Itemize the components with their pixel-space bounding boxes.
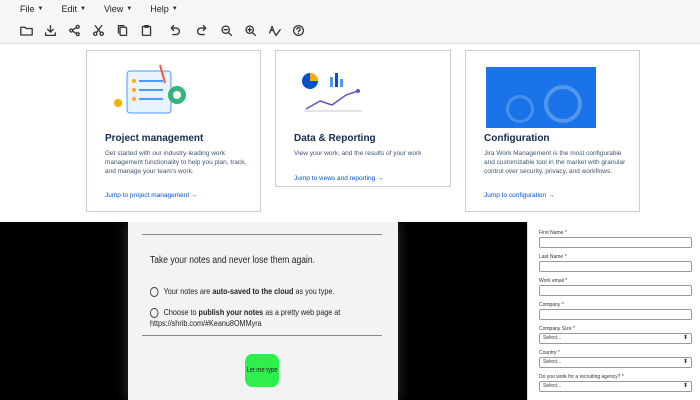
card-description: View your work, and the results of your … [294,150,422,157]
menu-file[interactable]: File ▼ [20,4,43,14]
caret-down-icon: ▼ [37,6,44,12]
country-label: Country * [539,350,560,356]
copy-icon[interactable] [113,22,131,40]
caret-down-icon: ▼ [79,6,86,12]
zoom-out-icon[interactable] [217,22,235,40]
jump-to-views-and-reporting-link[interactable]: Jump to views and reporting → [294,175,384,182]
spellcheck-icon[interactable] [265,22,283,40]
zoom-in-icon[interactable] [241,22,259,40]
menubar: File ▼ Edit ▼ View ▼ Help ▼ [0,0,700,18]
select-arrow-icon: ⬍ [682,383,688,389]
card-description: Get started with our industry-leading wo… [105,150,247,175]
recruiting-agency-label: Do you work for a recruiting agency? * [539,374,624,380]
download-icon[interactable] [41,22,59,40]
project-management-illustration [114,64,186,114]
recruiting-agency-select[interactable]: Select... ⬍ [539,381,692,392]
card-title: Project management [105,133,204,144]
redo-icon[interactable] [193,22,211,40]
caret-down-icon: ▼ [126,6,133,12]
card-data-reporting: Data & Reporting View your work, and the… [275,50,451,187]
first-name-label: First Name * [539,230,567,236]
jump-to-project-management-link[interactable]: Jump to project management → [105,192,198,199]
select-arrow-icon: ⬍ [682,335,688,341]
configuration-image [486,67,596,128]
last-name-field[interactable] [539,261,692,272]
menu-label: Edit [61,4,77,14]
let-me-type-button[interactable]: Let me type [245,354,279,387]
notes-background: Take your notes and never lose them agai… [0,222,527,400]
notes-text: Choose to [163,307,199,317]
toolbar [0,18,700,44]
company-field[interactable] [539,309,692,320]
notes-url[interactable]: https://shrib.com/#Keanu8OMMyra [150,318,262,328]
notes-text: as you type. [293,286,335,296]
undo-icon[interactable] [165,22,183,40]
menu-label: File [20,4,35,14]
menu-view[interactable]: View ▼ [104,4,132,14]
signup-form: First Name * Last Name * Work email * Co… [527,222,700,400]
work-email-label: Work email * [539,278,568,284]
caret-down-icon: ▼ [171,6,178,12]
card-project-management: Project management Get started with our … [86,50,261,212]
help-icon[interactable] [289,22,307,40]
last-name-label: Last Name * [539,254,567,260]
notes-text: as a pretty web page at [263,307,341,317]
work-email-field[interactable] [539,285,692,296]
first-name-field[interactable] [539,237,692,248]
globe-icon [150,307,159,318]
notes-text: Your notes are [163,286,213,296]
card-description: Jira Work Management is the most configu… [484,150,626,175]
notes-box: Take your notes and never lose them agai… [142,234,382,336]
notes-text-bold: auto-saved to the cloud [212,286,294,296]
company-size-select[interactable]: Select... ⬍ [539,333,692,344]
card-title: Configuration [484,133,550,144]
feature-cards-section: Project management Get started with our … [0,44,700,222]
menu-label: Help [150,4,169,14]
select-arrow-icon: ⬍ [682,359,688,365]
company-size-label: Company Size * [539,326,575,332]
cloud-sync-icon [150,286,159,297]
notes-text-bold: publish your notes [198,307,264,317]
gear-icon [544,85,582,123]
card-title: Data & Reporting [294,133,376,144]
gear-icon [506,95,534,123]
notes-panel: Take your notes and never lose them agai… [128,222,398,400]
menu-label: View [103,4,124,14]
paste-icon[interactable] [137,22,155,40]
open-folder-icon[interactable] [17,22,35,40]
select-value: Select... [543,359,562,365]
select-value: Select... [543,383,562,389]
select-value: Select... [543,335,562,341]
country-select[interactable]: Select... ⬍ [539,357,692,368]
card-configuration: Configuration Jira Work Management is th… [465,50,640,212]
notes-autosave-line: Your notes are auto-saved to the cloud a… [150,286,334,297]
cut-icon[interactable] [89,22,107,40]
notes-publish-line: Choose to publish your notes as a pretty… [150,307,340,318]
jump-to-configuration-link[interactable]: Jump to configuration → [484,192,554,199]
notes-title: Take your notes and never lose them agai… [150,255,315,266]
company-label: Company * [539,302,564,308]
menu-help[interactable]: Help ▼ [150,4,177,14]
share-icon[interactable] [65,22,83,40]
data-reporting-illustration [302,73,362,112]
menu-edit[interactable]: Edit ▼ [61,4,85,14]
